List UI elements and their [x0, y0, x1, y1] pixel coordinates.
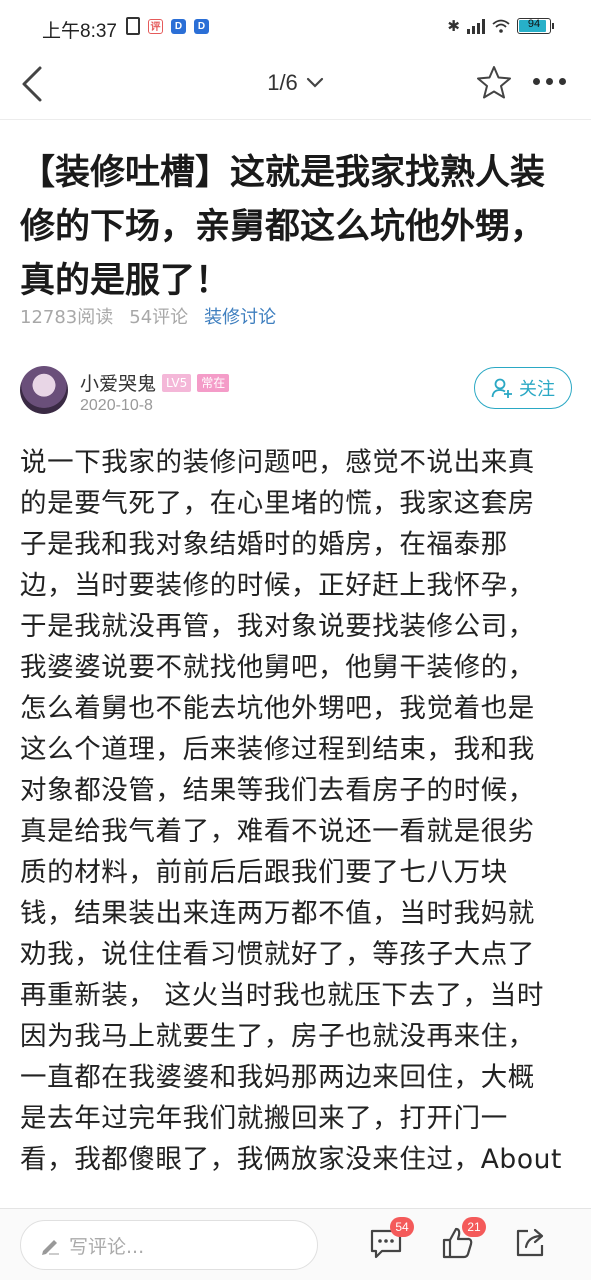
chevron-down-icon — [306, 77, 323, 88]
app-d-icon: D — [171, 18, 186, 34]
like-badge: 21 — [462, 1217, 486, 1237]
more-icon[interactable] — [533, 78, 566, 85]
comment-badge: 54 — [390, 1217, 414, 1237]
battery-icon: 94 — [517, 18, 554, 34]
article-body: 说一下我家的装修问题吧，感觉不说出来真 的是要气死了，在心里堵的慌，我家这套房 子是… — [20, 442, 576, 1210]
notification-icon: 评 — [148, 18, 163, 34]
comment-button[interactable]: 54 — [368, 1217, 414, 1263]
battery-tip — [552, 23, 554, 29]
article-meta: 12783阅读 54评论 装修讨论 — [20, 303, 276, 329]
comment-count: 54评论 — [129, 307, 189, 328]
comment-placeholder: 写评论... — [69, 1235, 145, 1258]
author-name[interactable]: 小爱哭鬼 — [80, 369, 156, 396]
status-badge: 常在 — [197, 373, 230, 392]
share-button[interactable] — [514, 1225, 552, 1263]
vibrate-icon — [126, 17, 140, 35]
body-line: 我婆婆说要不就找他舅吧，他舅干装修的， — [20, 652, 535, 683]
body-line: 边，当时要装修的时候，正好赶上我怀孕， — [20, 570, 535, 601]
status-time: 上午8:37 — [42, 21, 117, 42]
body-line: 质的材料，前前后后跟我们要了七八万块 — [20, 857, 508, 888]
body-line: 劝我，说住住看习惯就好了，等孩子大点了 — [20, 939, 535, 970]
body-line: 钱，结果装出来连两万都不值，当时我妈就 — [20, 898, 535, 929]
topic-link[interactable]: 装修讨论 — [204, 303, 276, 329]
signal-icon — [467, 18, 485, 34]
body-line: 看，我都傻眼了，我俩放家没来住过，About — [20, 1144, 563, 1175]
share-icon — [516, 1228, 544, 1257]
comment-input[interactable]: 写评论... — [20, 1220, 318, 1270]
page-indicator-label: 1/6 — [267, 70, 298, 95]
battery-level: 94 — [527, 18, 541, 30]
follow-button[interactable]: 关注 — [474, 367, 572, 409]
body-line: 这么个道理，后来装修过程到结束，我和我 — [20, 734, 535, 765]
body-line: 的是要气死了，在心里堵的慌，我家这套房 — [20, 488, 535, 519]
bottom-bar: 写评论... 54 21 — [0, 1208, 591, 1280]
like-button[interactable]: 21 — [440, 1217, 486, 1263]
post-date: 2020-10-8 — [80, 397, 153, 414]
app-d-icon: D — [194, 18, 209, 34]
read-count: 12783阅读 — [20, 307, 114, 328]
status-left-icons: 评 D D — [126, 17, 209, 35]
add-user-icon — [491, 378, 512, 398]
wifi-icon — [492, 19, 510, 33]
author-info: 小爱哭鬼 LV5 常在 — [80, 369, 230, 396]
level-badge: LV5 — [162, 373, 192, 392]
body-line: 是去年过完年我们就搬回来了，打开门一 — [20, 1103, 508, 1134]
nav-bar: 1/6 — [0, 52, 591, 120]
body-line: 说一下我家的装修问题吧，感觉不说出来真 — [20, 447, 535, 478]
body-line: 因为我马上就要生了，房子也就没再来住， — [20, 1021, 535, 1052]
body-line: 于是我就没再管，我对象说要找装修公司， — [20, 611, 535, 642]
status-bar: 上午8:37 评 D D ✱ 94 — [0, 0, 591, 52]
bluetooth-icon: ✱ — [447, 17, 460, 35]
body-line: 真是给我气着了，难看不说还一看就是很劣 — [20, 816, 535, 847]
follow-label: 关注 — [519, 379, 555, 400]
body-line: 再重新装， 这火当时我也就压下去了，当时 — [20, 980, 544, 1011]
body-line: 怎么着舅也不能去坑他外甥吧，我觉着也是 — [20, 693, 535, 724]
article-title: 【装修吐槽】这就是我家找熟人装修的下场，亲舅都这么坑他外甥，真的是服了！ — [20, 153, 546, 301]
status-right-icons: ✱ 94 — [447, 17, 554, 35]
body-line: 一直都在我婆婆和我妈那两边来回住，大概 — [20, 1062, 535, 1093]
pencil-icon — [42, 1240, 59, 1255]
body-line: 子是我和我对象结婚时的婚房，在福泰那 — [20, 529, 508, 560]
avatar[interactable] — [20, 366, 68, 414]
star-icon[interactable] — [475, 64, 513, 102]
body-line: 对象都没管，结果等我们去看房子的时候， — [20, 775, 535, 806]
